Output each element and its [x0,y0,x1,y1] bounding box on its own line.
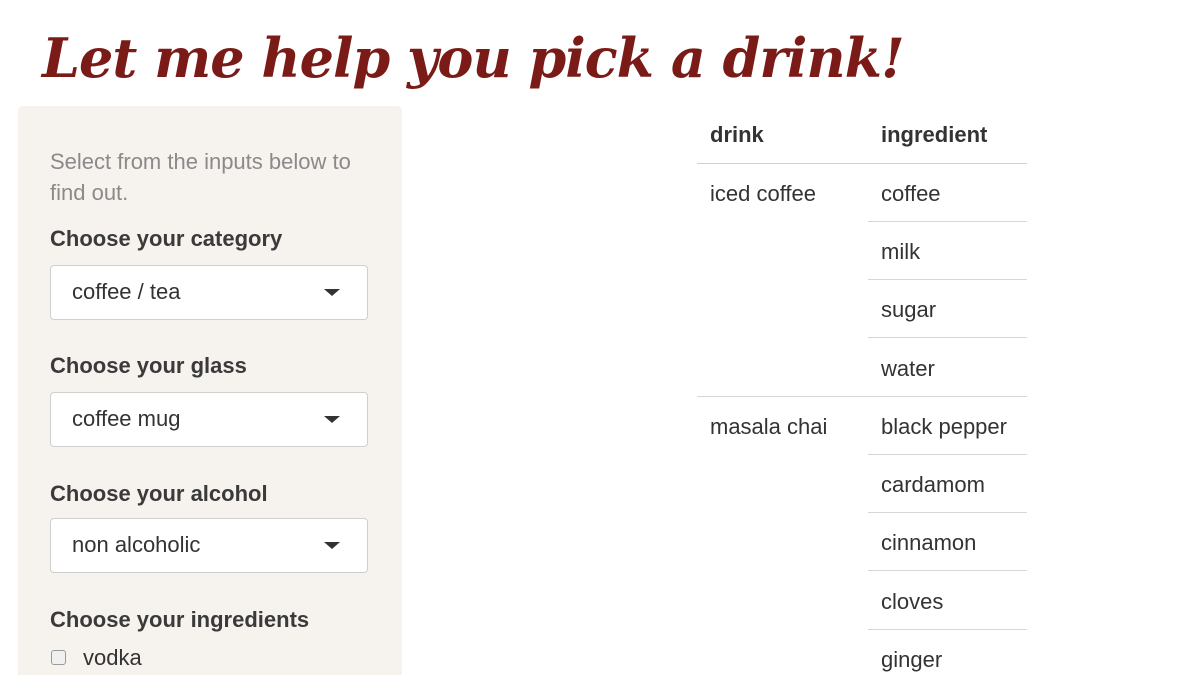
alcohol-select[interactable]: non alcoholic [50,518,368,573]
column-header-drink: drink [710,122,764,147]
category-selected-value: coffee / tea [72,279,181,304]
row-divider [868,454,1027,455]
column-header-ingredient: ingredient [881,122,988,147]
caret-down-icon [324,289,340,296]
glass-select[interactable]: coffee mug [50,392,368,447]
drink-cell: masala chai [710,414,828,439]
group-divider [697,396,1027,397]
category-select[interactable]: coffee / tea [50,265,368,320]
row-divider [868,629,1027,630]
input-sidebar: Select from the inputs below to find out… [18,106,402,675]
ingredient-checkbox[interactable] [51,650,66,665]
ingredient-cell: milk [881,239,921,264]
glass-selected-value: coffee mug [72,406,181,431]
help-text: Select from the inputs below to find out… [50,149,351,205]
caret-down-icon [324,542,340,549]
drink-cell: iced coffee [710,181,817,206]
row-divider [868,279,1027,280]
row-divider [868,221,1027,222]
glass-label: Choose your glass [50,353,247,378]
ingredient-cell: coffee [881,181,941,206]
ingredients-label: Choose your ingredients [50,607,310,632]
ingredient-cell: cinnamon [881,530,977,555]
ingredient-cell: water [881,356,935,381]
ingredient-cell: ginger [881,647,943,672]
alcohol-selected-value: non alcoholic [72,532,201,557]
row-divider [868,570,1027,571]
alcohol-label: Choose your alcohol [50,481,268,506]
row-divider [868,512,1027,513]
caret-down-icon [324,416,340,423]
ingredient-cell: sugar [881,297,937,322]
header-divider [697,163,1027,164]
ingredient-cell: cardamom [881,472,985,497]
category-label: Choose your category [50,226,283,251]
ingredient-cell: black pepper [881,414,1007,439]
ingredient-cell: cloves [881,589,944,614]
row-divider [868,337,1027,338]
page-title: Let me help you pick a drink! [42,26,905,90]
ingredient-option-label: vodka [83,645,142,670]
